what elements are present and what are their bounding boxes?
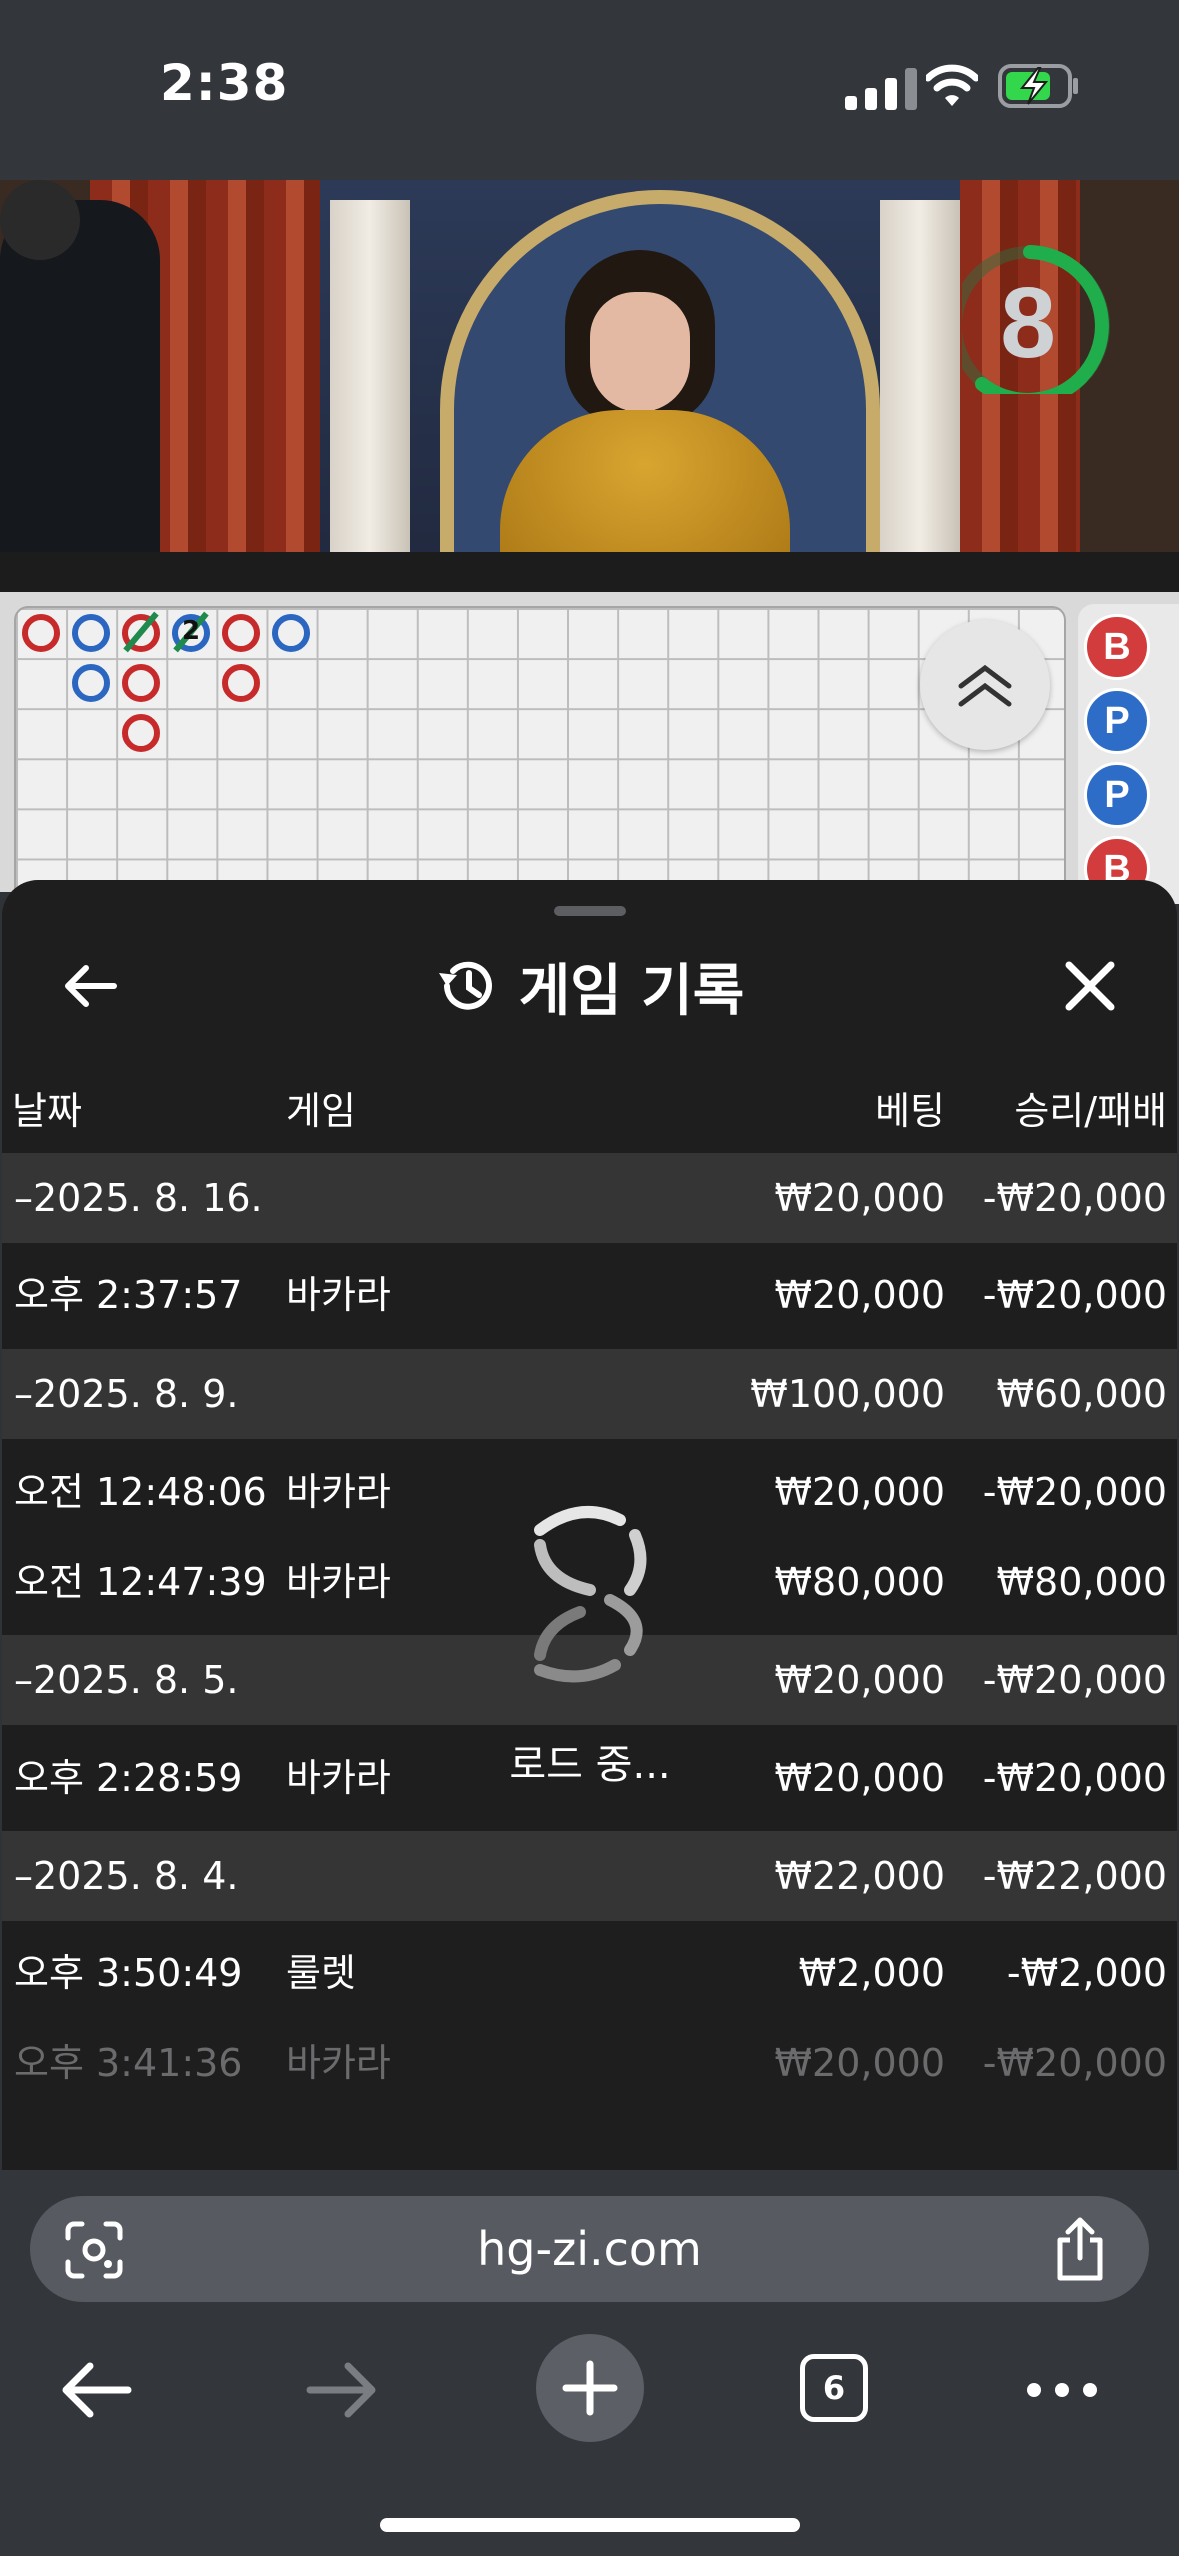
live-dealer-video: 8 <box>0 180 1179 592</box>
row-bet: ₩20,000 <box>774 1470 945 1514</box>
wifi-icon <box>926 64 978 106</box>
row-bet: ₩22,000 <box>774 1854 945 1898</box>
day-summary-row[interactable]: –2025. 8. 16. ₩20,000 -₩20,000 <box>2 1153 1177 1243</box>
row-bet: ₩2,000 <box>798 1951 945 1995</box>
big-road-grid: 2 <box>14 606 1066 906</box>
expand-roadmap-button[interactable] <box>920 620 1050 750</box>
row-date: –2025. 8. 9. <box>14 1372 239 1416</box>
row-time: 오후 3:50:49 <box>14 1951 243 1995</box>
row-result: ₩80,000 <box>996 1560 1167 1604</box>
row-date: –2025. 8. 5. <box>14 1658 239 1702</box>
row-time: 오후 2:28:59 <box>14 1756 243 1800</box>
home-indicator[interactable] <box>380 2518 800 2532</box>
road-player-mark <box>72 664 110 702</box>
row-bet: ₩20,000 <box>774 1658 945 1702</box>
row-game: 바카라 <box>286 1560 391 1604</box>
row-result: -₩20,000 <box>982 1658 1167 1702</box>
row-time: 오후 2:37:57 <box>14 1273 243 1317</box>
row-result: -₩20,000 <box>982 1176 1167 1220</box>
browser-back-icon[interactable] <box>56 2350 136 2430</box>
loading-spinner-icon <box>534 1506 647 1683</box>
row-result: -₩20,000 <box>982 2041 1167 2085</box>
row-bet: ₩20,000 <box>774 1176 945 1220</box>
row-result: -₩20,000 <box>982 1756 1167 1800</box>
road-banker-mark <box>22 614 60 652</box>
cellular-signal-icon <box>845 68 917 110</box>
row-time: 오후 3:41:36 <box>14 2041 243 2085</box>
url-text[interactable]: hg-zi.com <box>30 2196 1149 2302</box>
sheet-drag-handle[interactable] <box>554 906 626 916</box>
road-banker-mark <box>122 664 160 702</box>
day-summary-row[interactable]: –2025. 8. 9. ₩100,000 ₩60,000 <box>2 1349 1177 1439</box>
row-bet: ₩20,000 <box>774 2041 945 2085</box>
plus-icon <box>562 2360 618 2416</box>
status-time: 2:38 <box>160 54 289 112</box>
tie-count: 2 <box>182 616 201 646</box>
bead-player: P <box>1084 688 1150 754</box>
road-banker-mark <box>122 714 160 752</box>
row-result: -₩2,000 <box>1006 1951 1167 1995</box>
row-date: –2025. 8. 16. <box>14 1176 263 1220</box>
row-result: -₩20,000 <box>982 1273 1167 1317</box>
row-bet: ₩80,000 <box>774 1560 945 1604</box>
row-result: -₩20,000 <box>982 1470 1167 1514</box>
road-player-mark <box>272 614 310 652</box>
row-game: 바카라 <box>286 1470 391 1514</box>
share-icon[interactable] <box>1050 2216 1110 2282</box>
road-banker-mark <box>222 664 260 702</box>
column-header-bet: 베팅 <box>875 1089 945 1133</box>
row-bet: ₩100,000 <box>750 1372 945 1416</box>
row-game: 바카라 <box>286 2041 391 2085</box>
double-chevron-up-icon <box>958 664 1012 707</box>
game-row[interactable]: 오후 3:41:36 바카라 ₩20,000 -₩20,000 <box>2 2018 1177 2108</box>
tab-switcher-button[interactable]: 6 <box>800 2354 868 2422</box>
road-banker-mark <box>222 614 260 652</box>
bead-player: P <box>1084 762 1150 828</box>
browser-forward-icon[interactable] <box>302 2350 382 2430</box>
day-summary-row[interactable]: –2025. 8. 4. ₩22,000 -₩22,000 <box>2 1831 1177 1921</box>
status-bar: 2:38 <box>0 0 1179 180</box>
row-bet: ₩20,000 <box>774 1273 945 1317</box>
history-icon <box>438 961 492 1010</box>
row-game: 룰렛 <box>286 1951 356 1995</box>
countdown-number: 8 <box>1000 267 1056 379</box>
bead-banker: B <box>1084 614 1150 680</box>
address-bar[interactable]: hg-zi.com <box>30 2196 1149 2302</box>
row-bet: ₩20,000 <box>774 1756 945 1800</box>
column-header-date: 날짜 <box>12 1089 82 1133</box>
new-tab-button[interactable] <box>536 2334 644 2442</box>
row-result: -₩22,000 <box>982 1854 1167 1898</box>
sheet-title: 게임 기록 <box>518 958 745 1024</box>
game-row[interactable]: 오후 2:37:57 바카라 ₩20,000 -₩20,000 <box>2 1250 1177 1340</box>
row-time: 오전 12:47:39 <box>14 1560 267 1604</box>
column-header-result: 승리/패배 <box>1014 1089 1167 1133</box>
column-header-game: 게임 <box>286 1089 356 1133</box>
loading-text: 로드 중... <box>509 1742 671 1788</box>
battery-charging-icon <box>998 64 1078 108</box>
more-options-icon[interactable] <box>1024 2370 1100 2410</box>
road-player-mark <box>72 614 110 652</box>
close-icon <box>1065 961 1115 1011</box>
close-button[interactable] <box>1054 950 1126 1022</box>
game-row[interactable]: 오후 3:50:49 룰렛 ₩2,000 -₩2,000 <box>2 1928 1177 2018</box>
row-game: 바카라 <box>286 1756 391 1800</box>
row-date: –2025. 8. 4. <box>14 1854 239 1898</box>
row-result: ₩60,000 <box>996 1372 1167 1416</box>
row-game: 바카라 <box>286 1273 391 1317</box>
row-time: 오전 12:48:06 <box>14 1470 267 1514</box>
